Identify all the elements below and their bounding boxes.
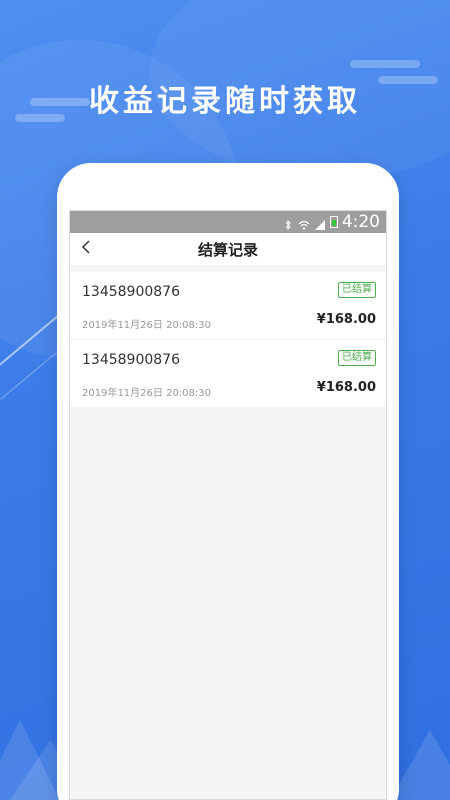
list-item[interactable]: 13458900876 已结算 2019年11月26日 20:08:30 ¥16… <box>70 272 386 340</box>
status-bar: 4:20 <box>70 211 386 233</box>
list-item[interactable]: 13458900876 已结算 2019年11月26日 20:08:30 ¥16… <box>70 340 386 408</box>
bluetooth-icon <box>282 216 294 231</box>
mountain-decoration <box>390 730 450 800</box>
status-time: 4:20 <box>341 212 380 232</box>
wifi-icon <box>298 216 310 230</box>
record-amount: ¥168.00 <box>316 312 376 327</box>
record-date: 2019年11月26日 20:08:30 <box>82 388 211 399</box>
status-badge: 已结算 <box>338 350 376 366</box>
signal-icon <box>314 216 326 230</box>
record-phone: 13458900876 <box>82 352 180 368</box>
status-badge: 已结算 <box>338 282 376 298</box>
chevron-left-icon[interactable] <box>80 239 92 260</box>
page-title: 结算记录 <box>197 240 258 259</box>
cloud-decoration <box>350 60 420 68</box>
battery-icon <box>329 216 338 228</box>
phone-screen: 4:20 结算记录 13458900876 已结算 2019年11月26日 20… <box>69 210 387 800</box>
record-date: 2019年11月26日 20:08:30 <box>82 320 211 331</box>
record-phone: 13458900876 <box>82 284 180 300</box>
phone-mockup: 4:20 结算记录 13458900876 已结算 2019年11月26日 20… <box>57 163 399 800</box>
settlement-list: 13458900876 已结算 2019年11月26日 20:08:30 ¥16… <box>70 272 386 408</box>
record-amount: ¥168.00 <box>316 380 376 395</box>
nav-bar: 结算记录 <box>70 233 386 265</box>
promo-headline: 收益记录随时获取 <box>89 84 361 119</box>
